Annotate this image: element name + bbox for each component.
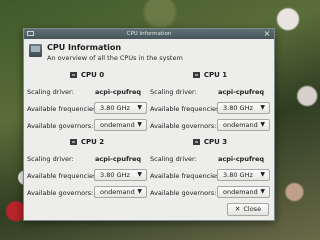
- scaling-driver-value: acpi-cpufreq: [218, 88, 265, 96]
- cpu-title: CPU 1: [203, 71, 228, 79]
- governor-value: ondemand: [223, 188, 258, 196]
- close-button-label: Close: [243, 205, 262, 213]
- cpu-chip-icon: [69, 139, 77, 145]
- chevron-down-icon: ▼: [260, 171, 265, 178]
- frequency-value: 3.80 GHz: [223, 104, 253, 112]
- cpu-heading: CPU 0: [27, 71, 147, 79]
- scaling-driver-value: acpi-cpufreq: [95, 155, 142, 163]
- window-close-icon[interactable]: ×: [263, 30, 271, 38]
- cpu-title: CPU 0: [80, 71, 105, 79]
- available-frequencies-label: Available frequencies:: [150, 172, 222, 180]
- governor-dropdown[interactable]: ondemand ▼: [94, 119, 147, 131]
- cpu-title: CPU 3: [203, 138, 228, 146]
- frequency-dropdown[interactable]: 3.80 GHz ▼: [94, 102, 147, 114]
- scaling-driver-label: Scaling driver:: [150, 88, 197, 96]
- scaling-driver-value: acpi-cpufreq: [95, 88, 142, 96]
- frequency-dropdown[interactable]: 3.80 GHz ▼: [217, 102, 270, 114]
- cpu-panel-1: CPU 1 Scaling driver: acpi-cpufreq Avail…: [150, 71, 270, 139]
- cpu-panel-0: CPU 0 Scaling driver: acpi-cpufreq Avail…: [27, 71, 147, 139]
- title-bar[interactable]: CPU Information ×: [24, 29, 274, 39]
- chevron-down-icon: ▼: [260, 188, 265, 195]
- window-title: CPU Information: [126, 31, 172, 37]
- frequency-dropdown[interactable]: 3.80 GHz ▼: [217, 169, 270, 181]
- scaling-driver-label: Scaling driver:: [27, 155, 74, 163]
- cpu-title: CPU 2: [80, 138, 105, 146]
- available-governors-label: Available governors:: [150, 122, 217, 130]
- governor-value: ondemand: [100, 121, 135, 129]
- scaling-driver-label: Scaling driver:: [150, 155, 197, 163]
- window-icon: [27, 31, 34, 36]
- cpu-chip-icon: [69, 72, 77, 78]
- close-button[interactable]: ✕ Close: [227, 203, 269, 216]
- cpu-heading: CPU 3: [150, 138, 270, 146]
- cpu-heading: CPU 2: [27, 138, 147, 146]
- chevron-down-icon: ▼: [137, 121, 142, 128]
- cpu-info-window: CPU Information × CPU Information An ove…: [23, 28, 275, 221]
- scaling-driver-value: acpi-cpufreq: [218, 155, 265, 163]
- governor-dropdown[interactable]: ondemand ▼: [94, 186, 147, 198]
- available-governors-label: Available governors:: [150, 189, 217, 197]
- available-frequencies-label: Available frequencies:: [27, 172, 99, 180]
- governor-value: ondemand: [223, 121, 258, 129]
- chevron-down-icon: ▼: [137, 171, 142, 178]
- dialog-title: CPU Information: [47, 43, 122, 52]
- governor-dropdown[interactable]: ondemand ▼: [217, 119, 270, 131]
- frequency-value: 3.80 GHz: [100, 104, 130, 112]
- available-governors-label: Available governors:: [27, 189, 94, 197]
- governor-value: ondemand: [100, 188, 135, 196]
- available-frequencies-label: Available frequencies:: [150, 105, 222, 113]
- cpu-heading: CPU 1: [150, 71, 270, 79]
- available-frequencies-label: Available frequencies:: [27, 105, 99, 113]
- chevron-down-icon: ▼: [137, 188, 142, 195]
- cpu-chip-icon: [192, 139, 200, 145]
- chevron-down-icon: ▼: [137, 104, 142, 111]
- available-governors-label: Available governors:: [27, 122, 94, 130]
- monitor-icon: [29, 44, 42, 57]
- chevron-down-icon: ▼: [260, 121, 265, 128]
- cpu-chip-icon: [192, 72, 200, 78]
- governor-dropdown[interactable]: ondemand ▼: [217, 186, 270, 198]
- dialog-subtitle: An overview of all the CPUs in the syste…: [47, 54, 183, 62]
- frequency-value: 3.80 GHz: [223, 171, 253, 179]
- close-icon: ✕: [234, 205, 241, 213]
- frequency-value: 3.80 GHz: [100, 171, 130, 179]
- frequency-dropdown[interactable]: 3.80 GHz ▼: [94, 169, 147, 181]
- chevron-down-icon: ▼: [260, 104, 265, 111]
- scaling-driver-label: Scaling driver:: [27, 88, 74, 96]
- cpu-panel-3: CPU 3 Scaling driver: acpi-cpufreq Avail…: [150, 138, 270, 206]
- cpu-panel-2: CPU 2 Scaling driver: acpi-cpufreq Avail…: [27, 138, 147, 206]
